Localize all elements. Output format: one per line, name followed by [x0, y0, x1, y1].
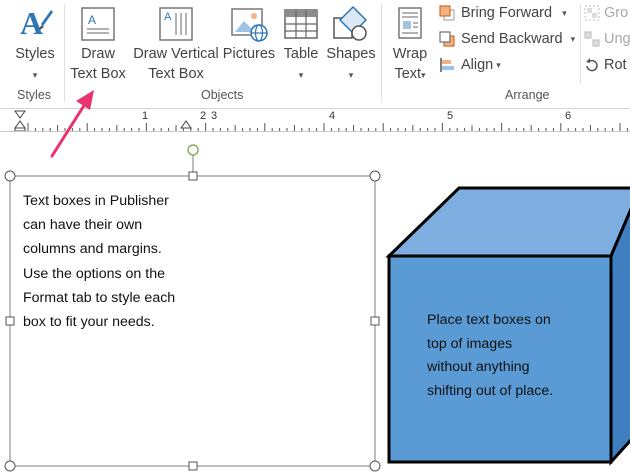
group-divider: [580, 4, 581, 84]
rotation-handle[interactable]: [187, 144, 199, 156]
group-button[interactable]: Gro: [584, 5, 628, 21]
resize-handle-left[interactable]: [5, 316, 15, 326]
svg-text:A: A: [20, 5, 43, 41]
send-backward-button[interactable]: Send Backward ▾: [439, 31, 575, 47]
objects-group-label: Objects: [201, 88, 244, 102]
text-box-icon: A: [81, 7, 115, 41]
bring-forward-label: Bring Forward: [461, 5, 553, 21]
rotate-icon: [586, 58, 598, 72]
shapes-icon: [333, 5, 368, 41]
resize-handle-bottom-left[interactable]: [4, 460, 16, 472]
draw-text-box-button[interactable]: A Draw Text Box: [66, 4, 130, 84]
text-line: Use the options on the: [23, 265, 165, 282]
table-label: Table: [283, 46, 319, 62]
align-icon: [440, 58, 454, 72]
text-line: without anything: [427, 359, 530, 376]
wrap-text-line1: Wrap: [392, 46, 428, 62]
chevron-down-icon: ▾: [421, 70, 426, 80]
text-line: shifting out of place.: [427, 382, 554, 399]
resize-handle-top-right[interactable]: [369, 170, 381, 182]
pictures-icon: [231, 8, 268, 42]
text-line: can have their own: [23, 217, 143, 234]
horizontal-ruler[interactable]: 1 2 3 4 5 6: [0, 109, 630, 132]
bring-forward-icon: [439, 5, 455, 21]
draw-text-box-line2: Text Box: [70, 66, 126, 82]
styles-button[interactable]: A Styles ▾: [10, 4, 60, 85]
group-icon: [584, 5, 600, 21]
text-line: top of images: [427, 335, 513, 352]
ruler-number: 3: [211, 110, 218, 122]
svg-text:A: A: [164, 11, 172, 23]
vertical-text-box-icon: A: [159, 7, 193, 41]
ribbon: A Styles ▾ Styles A Draw Text Box A Draw…: [0, 0, 630, 109]
text-line: box to fit your needs.: [23, 314, 155, 331]
resize-handle-bottom-right[interactable]: [369, 460, 381, 472]
chevron-down-icon: ▾: [298, 70, 304, 80]
draw-vertical-text-box-line1: Draw Vertical: [133, 46, 219, 62]
styles-icon: A: [20, 5, 53, 41]
resize-handle-right[interactable]: [370, 316, 380, 326]
text-line: columns and margins.: [23, 241, 162, 258]
chevron-down-icon: ▾: [32, 70, 38, 80]
text-line: Place text boxes on: [427, 312, 551, 328]
wrap-text-line2: Text: [394, 66, 422, 82]
shapes-button[interactable]: Shapes ▾: [325, 4, 377, 85]
draw-vertical-text-box-button[interactable]: A Draw Vertical Text Box: [130, 4, 222, 84]
send-backward-label: Send Backward: [461, 31, 563, 47]
group-label: Gro: [604, 5, 629, 21]
chevron-down-icon: ▾: [348, 70, 354, 80]
ungroup-label: Ung: [604, 31, 630, 47]
styles-label: Styles: [15, 46, 55, 62]
styles-group-label: Styles: [17, 88, 52, 102]
wrap-text-button[interactable]: Wrap Text▾: [385, 4, 435, 85]
table-icon: [284, 9, 318, 39]
ruler-number: 4: [329, 110, 336, 122]
cube-top-face: [385, 186, 630, 258]
group-divider: [64, 4, 65, 102]
chevron-down-icon: ▾: [496, 59, 501, 70]
chevron-down-icon: ▾: [570, 33, 576, 44]
resize-handle-top[interactable]: [188, 171, 198, 181]
rotate-label: Rot: [604, 57, 627, 73]
chevron-down-icon: ▾: [562, 7, 567, 18]
ungroup-button[interactable]: Ung: [584, 31, 630, 47]
resize-handle-top-left[interactable]: [4, 170, 16, 182]
resize-handle-bottom[interactable]: [188, 461, 198, 471]
ruler-ticks: [14, 110, 628, 131]
pictures-button[interactable]: Pictures: [222, 4, 276, 64]
draw-vertical-text-box-line2: Text Box: [148, 66, 204, 82]
align-label: Align: [461, 57, 494, 73]
align-button[interactable]: Align ▾: [439, 57, 501, 73]
ruler-number: 6: [565, 110, 572, 122]
cube-text-box[interactable]: Place text boxes on top of images withou…: [427, 309, 587, 403]
pictures-label: Pictures: [222, 46, 276, 62]
text-line: Text boxes in Publisher: [23, 193, 169, 209]
arrange-group-label: Arrange: [505, 88, 550, 102]
ruler-number: 2: [200, 110, 207, 122]
bring-forward-button[interactable]: Bring Forward ▾: [439, 5, 567, 21]
ruler-number: 1: [142, 110, 149, 122]
send-backward-icon: [439, 31, 455, 47]
rotate-button[interactable]: Rot: [584, 57, 627, 73]
cube-side-face: [609, 207, 630, 466]
text-line: Format tab to style each: [23, 289, 176, 306]
group-divider: [381, 4, 382, 102]
text-box-content[interactable]: Text boxes in Publisher can have their o…: [23, 189, 203, 334]
ruler-number: 5: [447, 110, 454, 122]
draw-text-box-line1: Draw: [81, 46, 115, 62]
ungroup-icon: [584, 31, 600, 47]
wrap-text-icon: [398, 7, 422, 39]
shapes-label: Shapes: [326, 46, 376, 62]
svg-text:A: A: [88, 13, 96, 27]
table-button[interactable]: Table ▾: [278, 4, 324, 85]
